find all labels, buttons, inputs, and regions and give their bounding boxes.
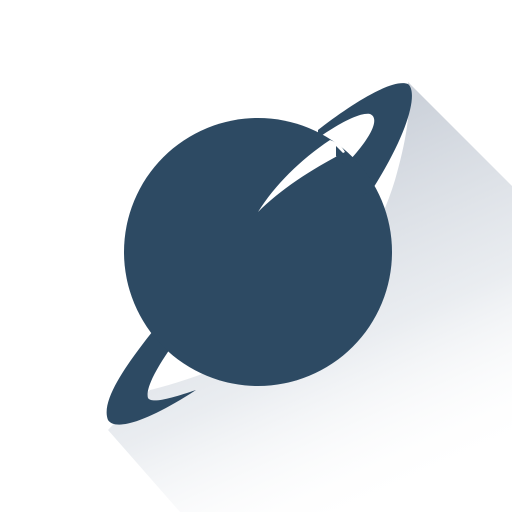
logo-canvas [0, 0, 512, 512]
planet-body [124, 118, 392, 386]
planet-with-ring-icon [106, 82, 512, 512]
